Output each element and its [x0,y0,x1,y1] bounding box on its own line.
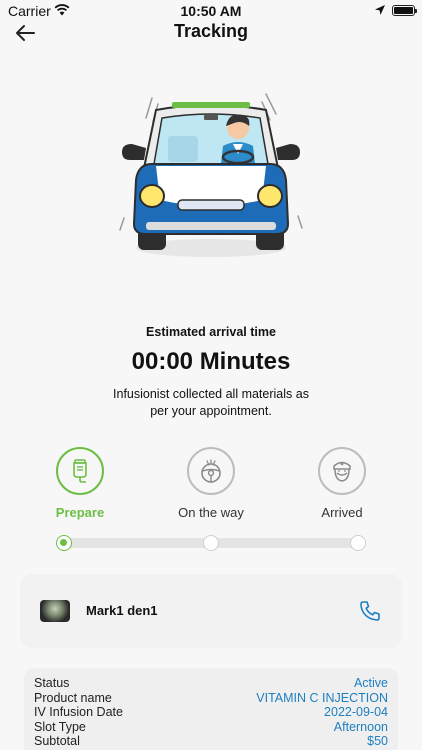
detail-value: $50 [367,734,388,749]
detail-value: Active [353,676,388,690]
detail-value: VITAMIN C INJECTION [256,690,388,705]
step-on-the-way-circle [187,447,235,495]
phone-icon[interactable] [358,599,382,623]
battery-icon [392,5,417,16]
provider-card: Mark1 den1 [20,574,402,648]
detail-label: Product name [34,690,112,705]
step-prepare-label: Prepare [55,505,105,520]
eta-value: 00:00 Minutes [131,348,291,375]
detail-label: Slot Type [34,719,86,734]
step-on-the-way-label: On the way [178,505,244,520]
eta-label: Estimated arrival time [146,325,276,339]
detail-row-status: Status Active [34,676,388,691]
nurse-icon [333,461,351,482]
detail-row-slot: Slot Type Afternoon [34,720,388,735]
avatar [40,600,70,622]
progress-dot-prepare [56,535,72,551]
step-arrived-label: Arrived [321,505,363,520]
step-arrived-circle [318,447,366,495]
page-title: Tracking [173,21,249,41]
detail-row-date: IV Infusion Date 2022-09-04 [34,705,388,720]
detail-row-product: Product name VITAMIN C INJECTION [34,691,388,706]
step-prepare: Prepare [25,447,135,520]
detail-label: Subtotal [34,734,80,749]
nav-header: Tracking [0,18,422,48]
appointment-details: Status Active Product name VITAMIN C INJ… [24,668,398,750]
detail-label: Status [34,676,70,690]
detail-value: Afternoon [333,719,388,734]
steering-wheel-icon [201,459,221,483]
detail-label: IV Infusion Date [34,705,123,720]
car-driver-illustration [119,93,303,257]
progress-dot-on-the-way [203,535,219,551]
progress-dot-arrived [350,535,366,551]
detail-value: 2022-09-04 [324,705,388,720]
detail-row-subtotal: Subtotal $50 [34,734,388,749]
eta-note: Infusionist collected all materials as p… [113,387,309,418]
provider-name: Mark1 den1 [86,603,158,618]
location-arrow-icon [375,5,385,15]
step-arrived: Arrived [287,447,397,520]
step-prepare-circle [56,447,104,495]
clock-time: 10:50 AM [180,3,242,19]
iv-bag-icon [73,459,87,483]
step-on-the-way: On the way [156,447,266,520]
